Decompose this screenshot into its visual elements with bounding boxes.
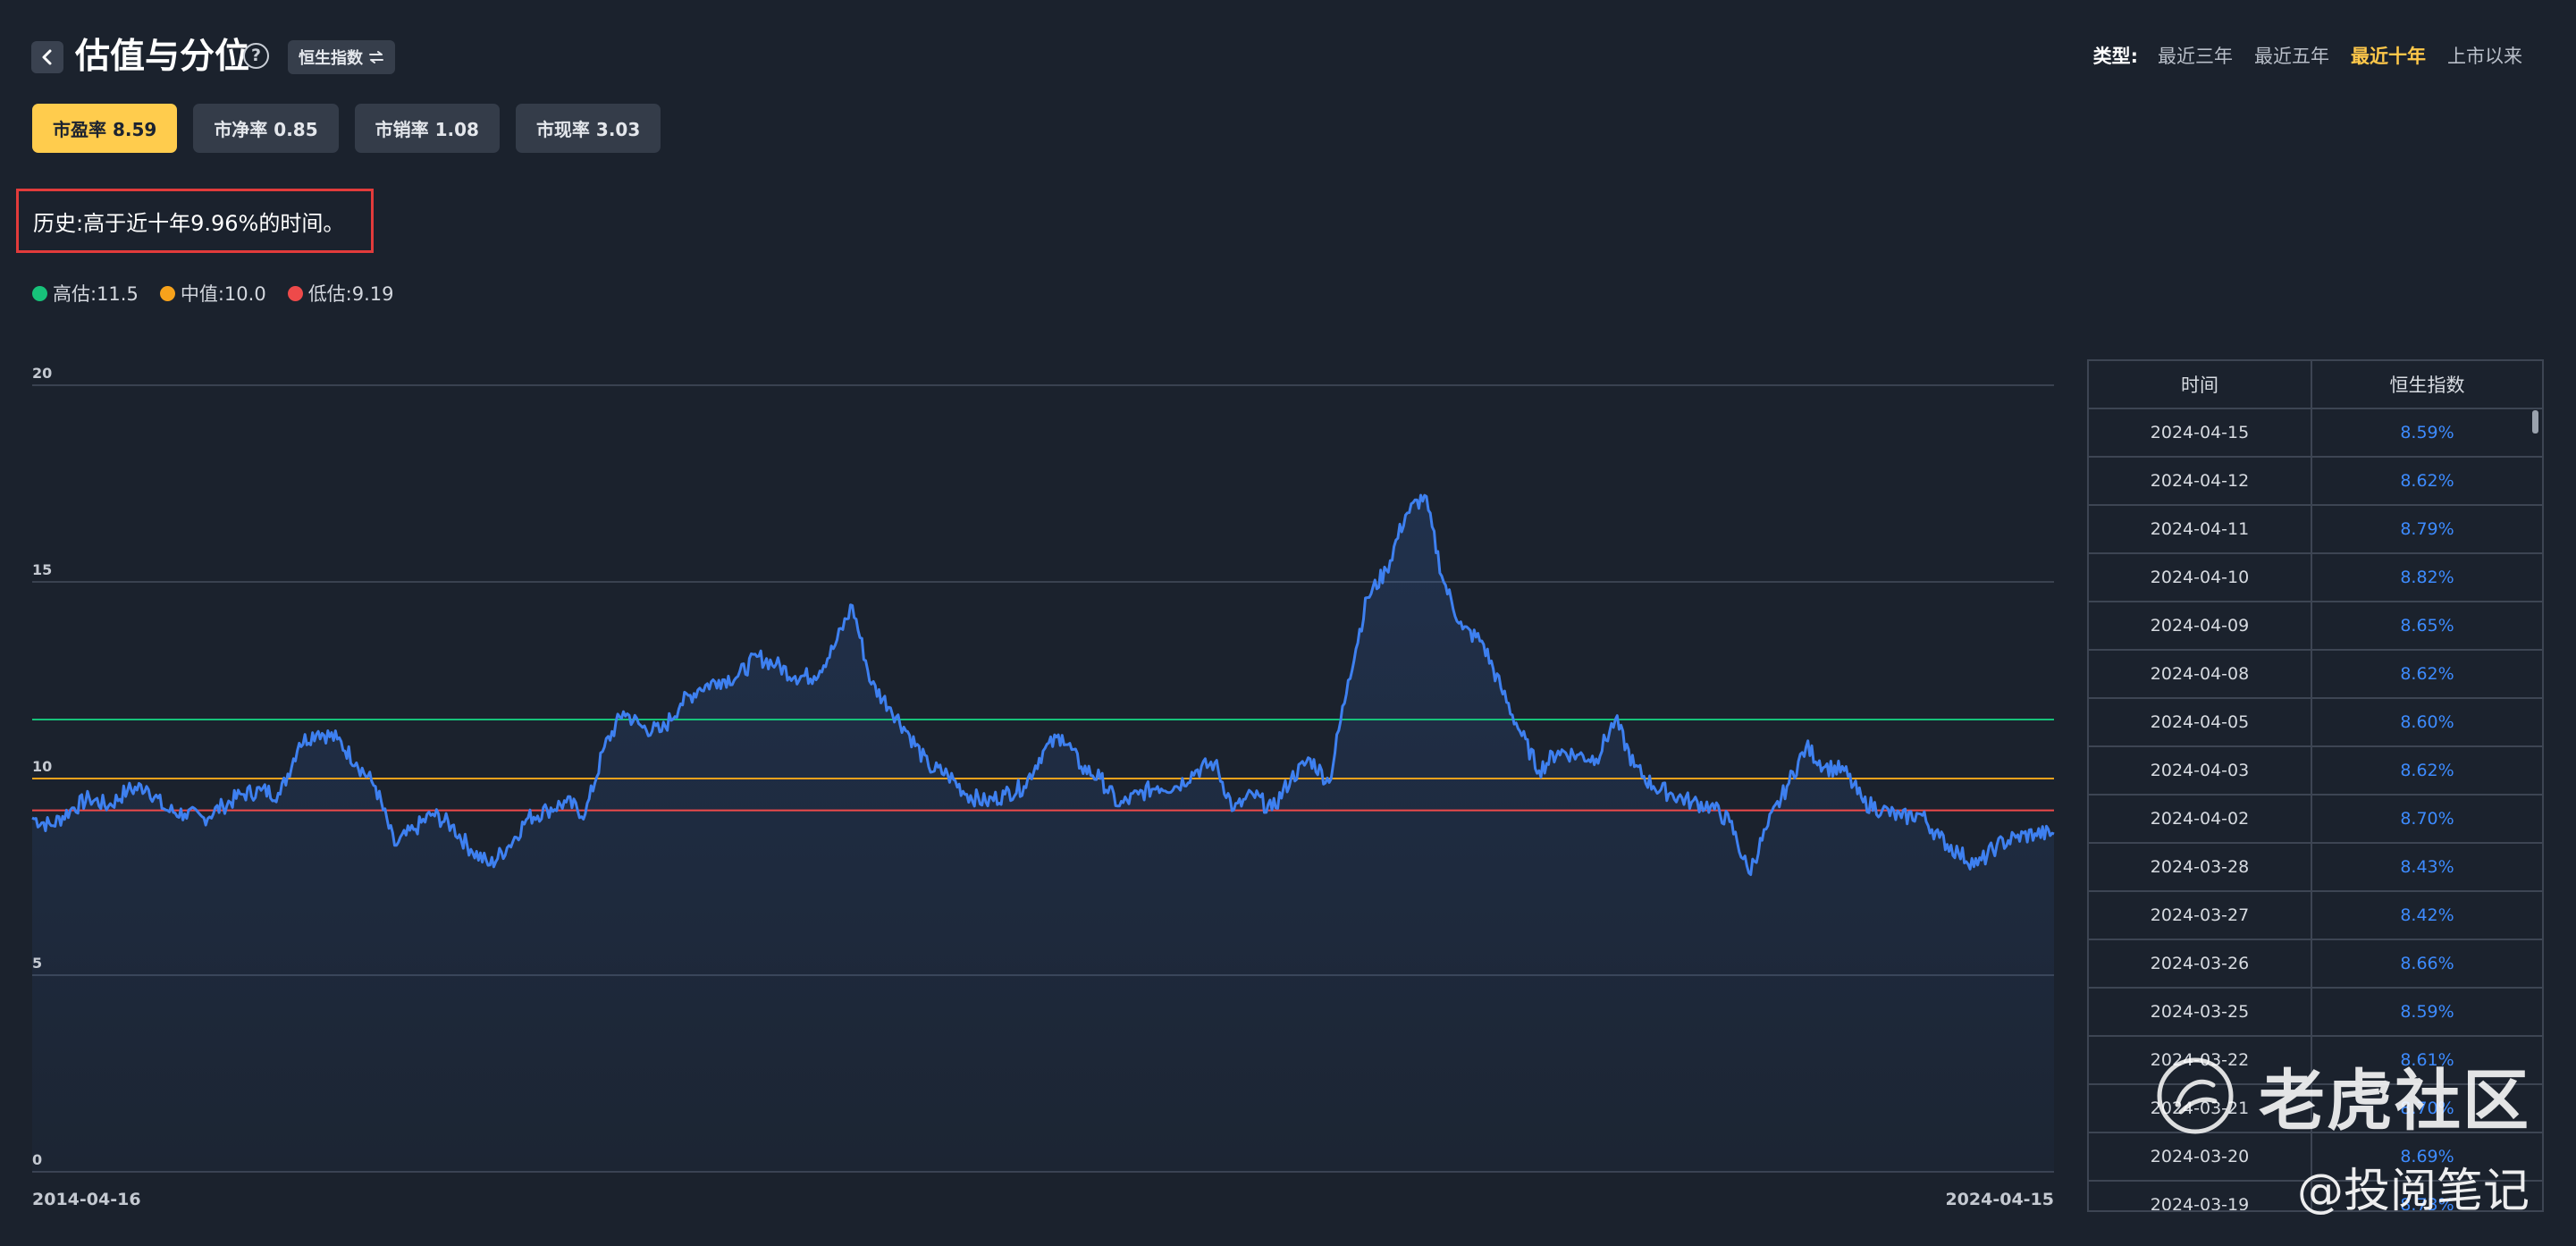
- y-tick-label: 20: [32, 365, 52, 382]
- legend-label-low: 低估:9.19: [307, 283, 394, 305]
- table-row[interactable]: 2024-04-15 8.59%: [2089, 409, 2542, 458]
- table-cell-value: 8.43%: [2400, 857, 2454, 877]
- table-row[interactable]: 2024-04-12 8.62%: [2089, 458, 2542, 506]
- table-cell-date: 2024-04-15: [2089, 409, 2312, 456]
- history-highlight-box: 历史:高于近十年9.96%的时间。: [16, 189, 374, 253]
- table-cell-value: 8.42%: [2400, 905, 2454, 925]
- y-tick-label: 5: [32, 955, 42, 972]
- table-row[interactable]: 2024-03-27 8.42%: [2089, 892, 2542, 940]
- table-cell-value: 8.66%: [2400, 954, 2454, 973]
- watermark-author: @投阅笔记: [2297, 1165, 2530, 1218]
- tab-pb[interactable]: 市净率 0.85: [193, 104, 339, 153]
- table-header: 时间 恒生指数: [2089, 361, 2542, 409]
- legend-label-median: 中值:10.0: [180, 283, 266, 305]
- table-row[interactable]: 2024-04-09 8.65%: [2089, 602, 2542, 651]
- table-row[interactable]: 2024-04-10 8.82%: [2089, 554, 2542, 602]
- table-cell-value: 8.65%: [2400, 616, 2454, 636]
- x-tick-label-end: 2024-04-15: [1945, 1190, 2054, 1209]
- y-tick-label: 0: [32, 1151, 42, 1168]
- page-title: 估值与分位: [75, 37, 250, 77]
- table-cell-date: 2024-03-26: [2089, 940, 2312, 987]
- range-selector: 类型: 最近三年 最近五年 最近十年 上市以来: [2093, 41, 2522, 70]
- index-switch-label: 恒生指数: [299, 49, 363, 68]
- metric-tabs: 市盈率 8.59 市净率 0.85 市销率 1.08 市现率 3.03: [32, 104, 661, 153]
- table-cell-value: 8.82%: [2400, 568, 2454, 587]
- table-cell-value: 8.62%: [2400, 664, 2454, 684]
- range-option-since-listing[interactable]: 上市以来: [2447, 42, 2522, 69]
- table-cell-date: 2024-04-03: [2089, 747, 2312, 794]
- history-percentile-text: 历史:高于近十年9.96%的时间。: [33, 210, 345, 236]
- table-row[interactable]: 2024-04-03 8.62%: [2089, 747, 2542, 796]
- range-option-5y[interactable]: 最近五年: [2254, 42, 2329, 69]
- table-cell-date: 2024-04-10: [2089, 554, 2312, 601]
- legend-label-high: 高估:11.5: [53, 283, 139, 305]
- legend-item-low: 低估:9.19: [287, 280, 394, 307]
- table-cell-value: 8.60%: [2400, 712, 2454, 732]
- tiger-community-logo: [2157, 1057, 2234, 1134]
- back-button[interactable]: [31, 41, 63, 73]
- table-cell-value: 8.59%: [2400, 1002, 2454, 1022]
- table-row[interactable]: 2024-04-11 8.79%: [2089, 506, 2542, 554]
- index-switch-button[interactable]: 恒生指数: [288, 40, 395, 74]
- table-cell-value: 8.59%: [2400, 423, 2454, 442]
- range-option-3y[interactable]: 最近三年: [2158, 42, 2233, 69]
- table-cell-date: 2024-03-27: [2089, 892, 2312, 939]
- table-cell-date: 2024-04-09: [2089, 602, 2312, 649]
- table-cell-value: 8.62%: [2400, 761, 2454, 780]
- help-icon[interactable]: ?: [243, 43, 269, 69]
- legend-dot-low: [287, 285, 303, 301]
- table-row[interactable]: 2024-03-28 8.43%: [2089, 844, 2542, 892]
- table-cell-date: 2024-03-19: [2089, 1182, 2312, 1210]
- tab-pcf[interactable]: 市现率 3.03: [515, 104, 661, 153]
- table-row[interactable]: 2024-04-08 8.62%: [2089, 651, 2542, 699]
- tab-pe[interactable]: 市盈率 8.59: [32, 104, 178, 153]
- valuation-line-chart: 20 15 10 5 0 2014-04-16 2024-04-15: [31, 365, 2055, 1209]
- chevron-left-icon: [42, 49, 52, 65]
- legend-dot-median: [159, 285, 175, 301]
- watermark-brand: 老虎社区: [2259, 1063, 2530, 1140]
- y-tick-label: 15: [32, 561, 52, 578]
- valuation-page: 估值与分位 ? 恒生指数 类型: 最近三年 最近五年 最近十年 上市以来 市盈率…: [0, 0, 2576, 1246]
- range-option-10y[interactable]: 最近十年: [2351, 42, 2426, 69]
- swap-icon: [369, 51, 383, 63]
- series-area: [32, 495, 2054, 1172]
- table-cell-date: 2024-04-08: [2089, 651, 2312, 697]
- table-cell-date: 2024-04-02: [2089, 796, 2312, 842]
- legend-item-median: 中值:10.0: [159, 280, 266, 307]
- table-cell-date: 2024-03-28: [2089, 844, 2312, 890]
- table-header-date[interactable]: 时间: [2089, 361, 2312, 408]
- x-tick-label-start: 2014-04-16: [32, 1190, 141, 1209]
- table-cell-value: 8.62%: [2400, 471, 2454, 491]
- table-cell-date: 2024-04-11: [2089, 506, 2312, 552]
- legend-item-high: 高估:11.5: [32, 280, 139, 307]
- table-cell-date: 2024-04-12: [2089, 458, 2312, 504]
- table-row[interactable]: 2024-03-25 8.59%: [2089, 989, 2542, 1037]
- table-header-value[interactable]: 恒生指数: [2312, 361, 2542, 408]
- table-row[interactable]: 2024-03-26 8.66%: [2089, 940, 2542, 989]
- tab-ps[interactable]: 市销率 1.08: [354, 104, 500, 153]
- chart-legend: 高估:11.5 中值:10.0 低估:9.19: [32, 280, 394, 307]
- table-cell-value: 8.79%: [2400, 519, 2454, 539]
- table-row[interactable]: 2024-04-05 8.60%: [2089, 699, 2542, 747]
- table-row[interactable]: 2024-04-02 8.70%: [2089, 796, 2542, 844]
- table-scrollbar[interactable]: [2532, 410, 2538, 434]
- y-tick-label: 10: [32, 758, 52, 775]
- table-cell-date: 2024-04-05: [2089, 699, 2312, 745]
- table-cell-date: 2024-03-25: [2089, 989, 2312, 1035]
- range-type-label: 类型:: [2092, 46, 2138, 67]
- table-cell-value: 8.70%: [2400, 809, 2454, 829]
- legend-dot-high: [32, 285, 47, 301]
